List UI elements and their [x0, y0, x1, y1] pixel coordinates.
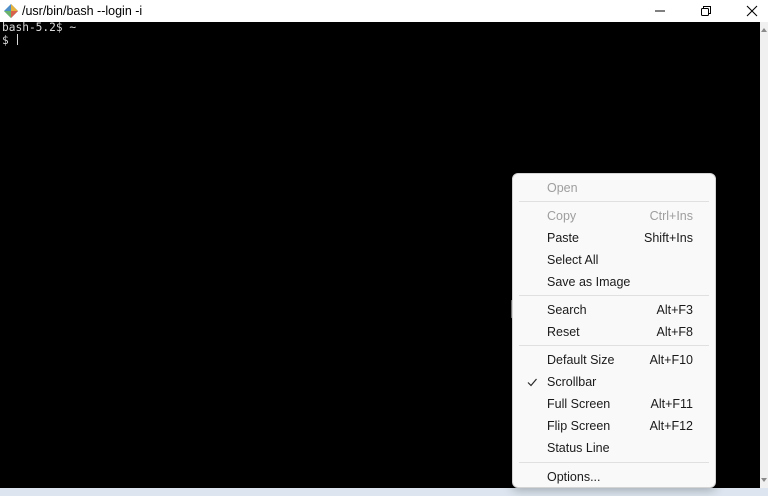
menu-item-status-line[interactable]: Status Line [517, 437, 711, 459]
menu-item-default-size[interactable]: Default Size Alt+F10 [517, 349, 711, 371]
menu-item-reset[interactable]: Reset Alt+F8 [517, 321, 711, 343]
title-bar[interactable]: /usr/bin/bash --login -i [0, 0, 768, 22]
menu-item-label: Flip Screen [547, 419, 611, 433]
menu-separator [519, 295, 709, 296]
menu-item-label: Select All [547, 253, 599, 267]
menu-item-label: Status Line [547, 441, 610, 455]
menu-item-shortcut: Alt+F3 [656, 303, 693, 317]
context-menu[interactable]: Open Copy Ctrl+Ins Paste Shift+Ins Selec… [512, 173, 716, 488]
terminal-line: bash-5.2$ ~ [2, 21, 77, 34]
menu-item-label: Search [547, 303, 587, 317]
menu-item-paste[interactable]: Paste Shift+Ins [517, 227, 711, 249]
vertical-scrollbar[interactable] [760, 22, 768, 488]
menu-item-search[interactable]: Search Alt+F3 [517, 299, 711, 321]
window-title: /usr/bin/bash --login -i [22, 4, 143, 18]
terminal-line: $ [2, 34, 16, 47]
scroll-up-icon[interactable] [761, 28, 767, 32]
menu-item-label: Full Screen [547, 397, 611, 411]
menu-item-label: Open [547, 181, 578, 195]
menu-separator [519, 462, 709, 463]
menu-item-options[interactable]: Options... [517, 466, 711, 488]
menu-item-shortcut: Shift+Ins [644, 231, 693, 245]
menu-item-copy[interactable]: Copy Ctrl+Ins [517, 205, 711, 227]
menu-item-save-as-image[interactable]: Save as Image [517, 271, 711, 293]
menu-item-label: Scrollbar [547, 375, 597, 389]
close-button[interactable] [729, 0, 768, 22]
menu-item-open[interactable]: Open [517, 177, 711, 199]
text-cursor [17, 34, 19, 45]
restore-button[interactable] [683, 0, 729, 22]
scroll-down-icon[interactable] [761, 478, 767, 482]
menu-item-select-all[interactable]: Select All [517, 249, 711, 271]
check-icon [527, 378, 537, 387]
restore-icon [701, 6, 711, 16]
menu-item-shortcut: Alt+F10 [649, 353, 693, 367]
menu-item-label: Paste [547, 231, 579, 245]
window-bottom-edge [0, 488, 768, 496]
menu-item-label: Reset [547, 325, 580, 339]
menu-item-shortcut: Alt+F8 [656, 325, 693, 339]
menu-item-label: Copy [547, 209, 577, 223]
menu-item-flip-screen[interactable]: Flip Screen Alt+F12 [517, 415, 711, 437]
menu-item-scrollbar[interactable]: Scrollbar [517, 371, 711, 393]
menu-item-shortcut: Alt+F11 [650, 397, 694, 411]
menu-item-label: Default Size [547, 353, 615, 367]
menu-item-label: Options... [547, 470, 601, 484]
mintty-app-icon [4, 4, 18, 18]
menu-separator [519, 201, 709, 202]
menu-item-shortcut: Ctrl+Ins [649, 209, 693, 223]
menu-item-label: Save as Image [547, 275, 631, 289]
menu-item-full-screen[interactable]: Full Screen Alt+F11 [517, 393, 711, 415]
menu-item-shortcut: Alt+F12 [649, 419, 693, 433]
minimize-icon [655, 10, 665, 12]
close-icon [746, 5, 758, 17]
minimize-button[interactable] [637, 0, 683, 22]
terminal-prompt-line: $ [2, 34, 19, 48]
menu-separator [519, 345, 709, 346]
